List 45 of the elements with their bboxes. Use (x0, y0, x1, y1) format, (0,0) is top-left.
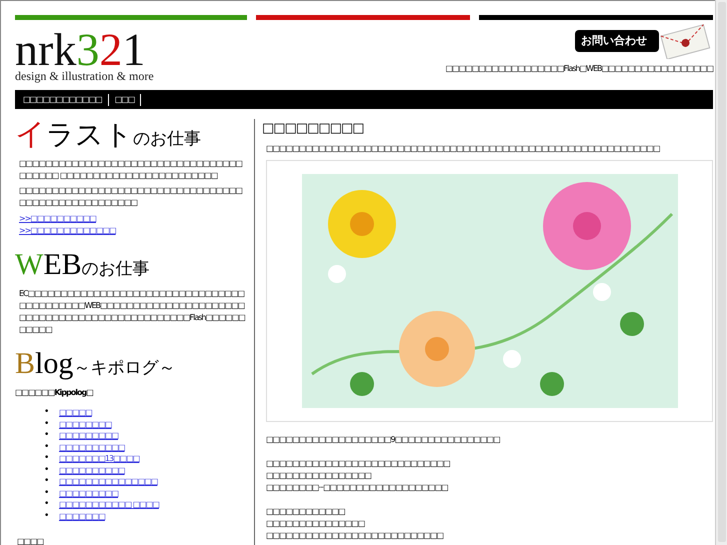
text-line: □□□□□□□□□□□□□□□□□□□9□□□□□□□□□□□□□□□□ (266, 434, 501, 446)
header-tagline: □□□□□□□□□□□□□□□□□□Flash□WEB□□□□□□□□□□□□□□□□□ (445, 63, 713, 75)
text-line: □□□□□□□□□□□□ (266, 506, 346, 518)
text-link[interactable]: >>□□□□□□□□□□ (15, 213, 96, 225)
bullet: • (44, 453, 50, 464)
logo-tagline: design & illustration & more (15, 69, 154, 83)
paragraph: EC□□□□□□□□□□□□□□□□□□□□□□□□□□□□□□□□□□□□□□□□□□□WEB□□□□□□□□□□□□□□□□□□□□□□□□□□□□□□□□□□□□□□□□□□□□□□□□Flash□□□□□□□□□□□ (18, 288, 246, 336)
blog-post-link[interactable]: □□□□□□□ (59, 510, 105, 522)
text-line: □□□□□□□□□□□□□□□ (266, 518, 366, 530)
bullet: • (44, 464, 50, 476)
text-line: □□□□□□□□□□□□□□□□ (266, 470, 372, 482)
bullet: • (44, 407, 50, 418)
text-line: □□□□□□□□···□□□□□□□□□□□□□□□□□□□ (266, 482, 449, 494)
bullet: • (44, 430, 50, 442)
blog-post-link[interactable]: □□□□□□□□□ (59, 430, 118, 442)
blog-post-link[interactable]: □□□□□□□13□□□□ (59, 453, 140, 464)
blog-post-link[interactable]: □□□□□□□□□□ (59, 464, 125, 476)
text-line: □□□□□□□□□□□□□□□□□□□□□□□□□□□□ (266, 458, 451, 470)
bullet: • (44, 488, 50, 499)
logo: nrk321 (15, 31, 146, 69)
blog-post-link[interactable]: □□□□□□□□ (59, 418, 112, 430)
blog-post-link[interactable]: □□□□□□□□□ (59, 488, 118, 499)
bullet: • (44, 476, 50, 488)
blog-post-link[interactable]: □□□□□□□□□□□□□□□ (59, 476, 158, 488)
nav-link[interactable]: □□□□□□□□□□□□ (23, 94, 109, 106)
paragraph: □□□□□□□□□□□□□□□□□□□□□□□□□□□□□□□□□□□□□□□□□□□□□□□□□□□□□□□□□□□□ (265, 143, 661, 155)
blog-post-link[interactable]: □□□□□□□□□□ (59, 442, 125, 453)
bullet: • (44, 499, 50, 510)
text-link[interactable]: >>□□□□□□□□□□□□□ (15, 225, 116, 237)
article-title: □□□□□□□□□ (262, 121, 365, 137)
section-heading: Blog～キポログ～ (15, 348, 176, 382)
blog-subtitle: □□□□□□Kippolog□ (15, 387, 94, 399)
section-heading: WEBのお仕事 (15, 249, 151, 283)
section-heading: イ ラスト のお仕事 (15, 119, 202, 153)
contact-button[interactable]: お問い合わせ (575, 30, 659, 52)
blog-post-link[interactable]: □□□□□ (59, 407, 92, 418)
bullet: • (44, 510, 50, 522)
text-line: □□□□□□□□□□□□□□□□□□□□□□□□□□□ (266, 530, 444, 542)
section-label: □□□□ (16, 536, 44, 545)
blog-post-link[interactable]: □□□□□□□□□□□ □□□□ (59, 499, 159, 510)
paragraph: □□□□□□□□□□□□□□□□□□□□□□□□□□□□□□□□□□□□□□□□□□□□□□□□□□□□ (18, 185, 244, 209)
paragraph: □□□□□□□□□□□□□□□□□□□□□□□□□□□□□□□□□□□□□□□□ □□□□□□□□□□□□□□□□□□□□□□□□ (18, 158, 244, 182)
bullet: • (44, 418, 50, 430)
bullet: • (44, 442, 50, 453)
nav-link[interactable]: □□□ (114, 94, 142, 106)
